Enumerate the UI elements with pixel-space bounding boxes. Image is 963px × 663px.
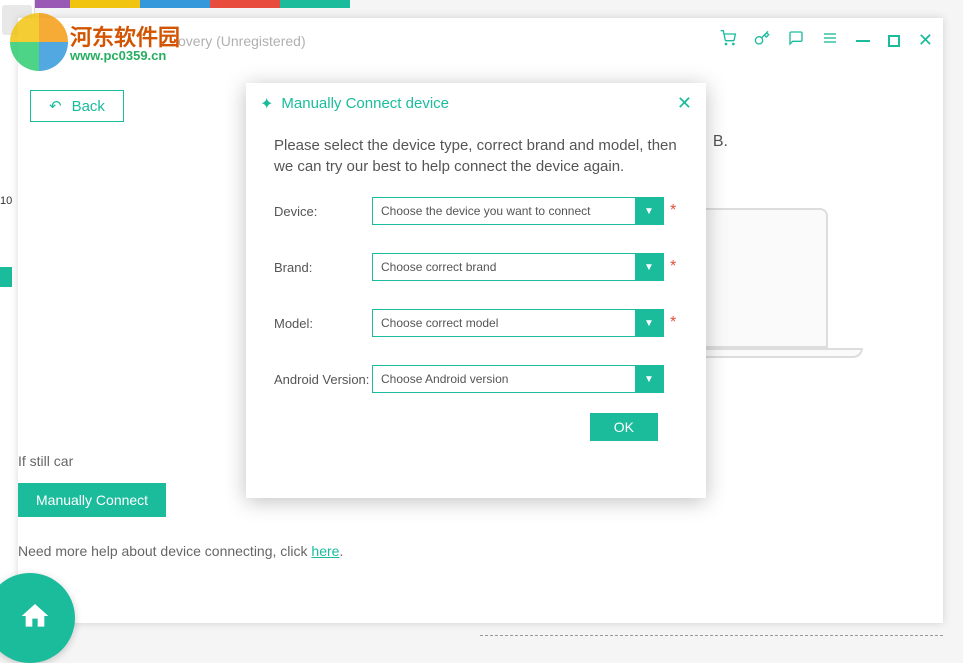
partial-instruction-text: B. (713, 133, 728, 151)
android-version-row: Android Version: Choose Android version … (274, 365, 678, 393)
modal-footer: OK (274, 403, 678, 441)
model-select[interactable]: Choose correct model ▼ (372, 309, 664, 337)
manually-connect-modal: ✦ Manually Connect device ✕ Please selec… (246, 83, 706, 498)
background-dashed-line (480, 635, 943, 636)
modal-body: Please select the device type, correct b… (246, 125, 706, 461)
modal-close-icon[interactable]: ✕ (677, 93, 692, 114)
maximize-icon[interactable] (888, 35, 900, 47)
modal-title: Manually Connect device (281, 95, 449, 112)
minimize-icon[interactable] (856, 40, 870, 42)
help-text: Need more help about device connecting, … (18, 543, 343, 559)
window-title: overy (Unregistered) (178, 33, 306, 49)
modal-puzzle-icon: ✦ (260, 94, 273, 114)
model-label: Model: (274, 316, 372, 331)
titlebar-controls: ✕ (720, 30, 933, 51)
background-color-strips (0, 0, 350, 10)
ok-button[interactable]: OK (590, 413, 658, 441)
modal-header: ✦ Manually Connect device ✕ (246, 83, 706, 125)
logo-circle-icon (10, 13, 68, 71)
cart-icon[interactable] (720, 30, 736, 51)
android-version-select[interactable]: Choose Android version ▼ (372, 365, 664, 393)
back-button[interactable]: ↶ Back (30, 90, 124, 122)
device-select[interactable]: Choose the device you want to connect ▼ (372, 197, 664, 225)
brand-select-text: Choose correct brand (373, 260, 635, 274)
brand-select[interactable]: Choose correct brand ▼ (372, 253, 664, 281)
watermark-url: www.pc0359.cn (70, 48, 166, 63)
device-label: Device: (274, 204, 372, 219)
help-here-link[interactable]: here (311, 543, 339, 559)
app-window: 河东软件园 www.pc0359.cn overy (Unregistered)… (18, 18, 943, 623)
background-number: 10 (0, 195, 12, 207)
device-row: Device: Choose the device you want to co… (274, 197, 678, 225)
required-asterisk: * (670, 314, 678, 332)
feedback-icon[interactable] (788, 30, 804, 51)
back-arrow-icon: ↶ (49, 97, 62, 115)
model-row: Model: Choose correct model ▼ * (274, 309, 678, 337)
background-green-tab (0, 267, 12, 287)
chevron-down-icon: ▼ (635, 309, 663, 337)
chevron-down-icon: ▼ (635, 197, 663, 225)
required-asterisk: * (670, 258, 678, 276)
key-icon[interactable] (754, 30, 770, 51)
if-still-text: If still car (18, 453, 73, 469)
close-icon[interactable]: ✕ (918, 30, 933, 51)
model-select-text: Choose correct model (373, 316, 635, 330)
back-label: Back (72, 98, 105, 115)
modal-description: Please select the device type, correct b… (274, 135, 678, 177)
manually-connect-button[interactable]: Manually Connect (18, 483, 166, 517)
chevron-down-icon: ▼ (635, 365, 663, 393)
menu-icon[interactable] (822, 30, 838, 51)
device-select-text: Choose the device you want to connect (373, 204, 635, 218)
android-version-label: Android Version: (274, 372, 372, 387)
brand-row: Brand: Choose correct brand ▼ * (274, 253, 678, 281)
watermark-logo: 河东软件园 www.pc0359.cn (18, 18, 188, 73)
brand-label: Brand: (274, 260, 372, 275)
android-version-select-text: Choose Android version (373, 372, 635, 386)
required-asterisk: * (670, 202, 678, 220)
home-icon (19, 600, 51, 632)
chevron-down-icon: ▼ (635, 253, 663, 281)
